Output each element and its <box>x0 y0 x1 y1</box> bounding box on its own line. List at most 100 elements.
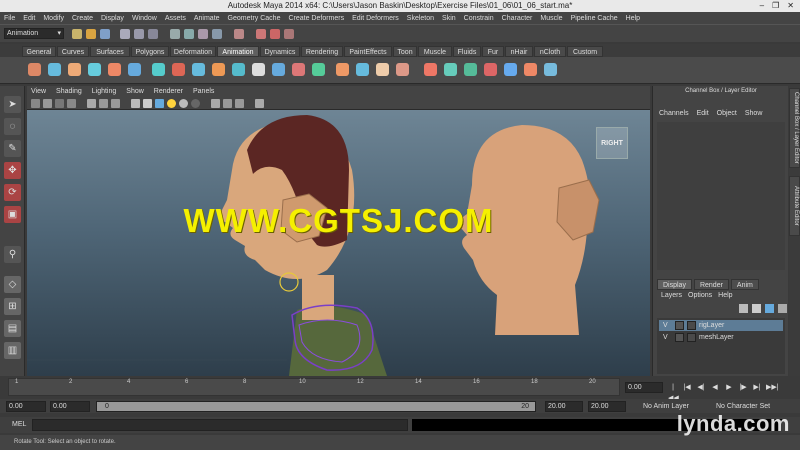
menu-modify[interactable]: Modify <box>43 15 64 22</box>
menu-pipeline-cache[interactable]: Pipeline Cache <box>571 15 618 22</box>
snap-plane-icon[interactable] <box>212 29 222 39</box>
grid-icon[interactable] <box>87 99 96 108</box>
menu-create[interactable]: Create <box>72 15 93 22</box>
layer-color-swatch[interactable] <box>687 321 696 330</box>
menu-edit[interactable]: Edit <box>23 15 35 22</box>
cb-menu-edit[interactable]: Edit <box>697 110 709 117</box>
shelf-tab-dynamics[interactable]: Dynamics <box>260 46 300 57</box>
select-object-icon[interactable] <box>134 29 144 39</box>
menu-assets[interactable]: Assets <box>165 15 186 22</box>
animation-start-field[interactable]: 0.00 <box>6 401 46 412</box>
single-pane-icon[interactable]: ◇ <box>4 276 21 293</box>
layer-row[interactable]: V rigLayer <box>659 320 783 331</box>
layer-tab-display[interactable]: Display <box>657 279 692 290</box>
cb-menu-show[interactable]: Show <box>745 110 763 117</box>
minimize-button[interactable]: – <box>760 1 764 10</box>
shelf-tab-surfaces[interactable]: Surfaces <box>90 46 130 57</box>
layer-color-swatch[interactable] <box>687 333 696 342</box>
soft-mod-icon[interactable] <box>524 63 537 76</box>
mirror-joint-icon[interactable] <box>88 63 101 76</box>
viewport-3d[interactable]: RIGHT WWW.CGTSJ.COM <box>27 110 650 376</box>
step-forward-frame-button[interactable]: ▶| <box>752 382 762 393</box>
menu-muscle[interactable]: Muscle <box>540 15 562 22</box>
ambient-occlusion-icon[interactable] <box>191 99 200 108</box>
panel-menu-renderer[interactable]: Renderer <box>154 88 183 95</box>
move-tool-icon[interactable]: ✥ <box>4 162 21 179</box>
shelf-tab-toon[interactable]: Toon <box>393 46 417 57</box>
layer-type-toggle[interactable] <box>675 321 684 330</box>
new-layer-selected-icon[interactable] <box>752 304 761 313</box>
mel-command-input[interactable] <box>32 419 408 431</box>
menu-animate[interactable]: Animate <box>194 15 220 22</box>
layer-tab-anim[interactable]: Anim <box>730 279 759 290</box>
four-pane-icon[interactable]: ⊞ <box>4 298 21 315</box>
playback-end-field[interactable]: 20.00 <box>545 401 583 412</box>
play-backwards-button[interactable]: ◀ <box>710 382 720 393</box>
layer-visibility[interactable]: V <box>663 332 668 343</box>
trax-editor-icon[interactable] <box>212 63 225 76</box>
shelf-tab-painteffects[interactable]: PaintEffects <box>344 46 392 57</box>
bookmark-icon[interactable] <box>55 99 64 108</box>
playback-start-field[interactable]: 0.00 <box>50 401 90 412</box>
shelf-tab-general[interactable]: General <box>22 46 56 57</box>
menu-create-deformers[interactable]: Create Deformers <box>288 15 344 22</box>
rotate-tool-icon[interactable]: ⟳ <box>4 184 21 201</box>
animation-end-field[interactable]: 20.00 <box>588 401 626 412</box>
channel-list[interactable] <box>657 122 785 270</box>
snap-point-icon[interactable] <box>198 29 208 39</box>
blend-shape-icon[interactable] <box>356 63 369 76</box>
dope-sheet-icon[interactable] <box>192 63 205 76</box>
shelf-tab-animation[interactable]: Animation <box>217 46 259 57</box>
panel-menu-lighting[interactable]: Lighting <box>92 88 117 95</box>
current-time-field[interactable]: 0.00 <box>625 382 663 393</box>
xray-joints-icon[interactable] <box>235 99 244 108</box>
camera-select-icon[interactable] <box>31 99 40 108</box>
close-button[interactable]: ✕ <box>787 1 794 10</box>
layer-row[interactable]: V meshLayer <box>659 332 783 343</box>
menu-file[interactable]: File <box>4 15 15 22</box>
point-constraint-icon[interactable] <box>232 63 245 76</box>
cluster-icon[interactable] <box>424 63 437 76</box>
panel-menu-show[interactable]: Show <box>126 88 144 95</box>
layer-move-icon[interactable] <box>778 304 787 313</box>
ik-spline-icon[interactable] <box>68 63 81 76</box>
bind-skin-icon[interactable] <box>128 63 141 76</box>
textured-icon[interactable] <box>155 99 164 108</box>
render-frame-icon[interactable] <box>256 29 266 39</box>
film-gate-icon[interactable] <box>99 99 108 108</box>
snap-curve-icon[interactable] <box>184 29 194 39</box>
select-component-icon[interactable] <box>148 29 158 39</box>
shelf-tab-deformation[interactable]: Deformation <box>170 46 216 57</box>
shelf-tab-fur[interactable]: Fur <box>482 46 504 57</box>
shadows-icon[interactable] <box>179 99 188 108</box>
sculpt-icon[interactable] <box>484 63 497 76</box>
face-shape-icon[interactable] <box>396 63 409 76</box>
lasso-tool-icon[interactable]: ◌ <box>4 118 21 135</box>
pole-vector-icon[interactable] <box>312 63 325 76</box>
render-settings-icon[interactable] <box>284 29 294 39</box>
snap-grid-icon[interactable] <box>170 29 180 39</box>
shelf-tab-ncloth[interactable]: nCloth <box>534 46 566 57</box>
menu-window[interactable]: Window <box>132 15 157 22</box>
menu-display[interactable]: Display <box>101 15 124 22</box>
go-to-end-button[interactable]: ▶▶| <box>766 382 779 393</box>
wire-icon[interactable] <box>464 63 477 76</box>
gamma-icon[interactable] <box>255 99 264 108</box>
mel-label[interactable]: MEL <box>12 421 26 428</box>
play-forwards-button[interactable]: ▶ <box>724 382 734 393</box>
step-forward-key-button[interactable]: |▶ <box>738 382 748 393</box>
layer-type-toggle[interactable] <box>675 333 684 342</box>
new-scene-icon[interactable] <box>72 29 82 39</box>
resolution-gate-icon[interactable] <box>111 99 120 108</box>
image-plane-icon[interactable] <box>67 99 76 108</box>
new-layer-icon[interactable] <box>739 304 748 313</box>
side-tab-channel-box[interactable]: Channel Box / Layer Editor <box>789 88 800 168</box>
head-shape-icon[interactable] <box>376 63 389 76</box>
set-key-icon[interactable] <box>152 63 165 76</box>
joint-icon[interactable]: ⚲ <box>4 246 21 263</box>
wireframe-icon[interactable] <box>131 99 140 108</box>
isolate-select-icon[interactable] <box>211 99 220 108</box>
menu-edit-deformers[interactable]: Edit Deformers <box>352 15 399 22</box>
step-back-key-button[interactable]: ◀| <box>696 382 706 393</box>
menu-skin[interactable]: Skin <box>442 15 456 22</box>
